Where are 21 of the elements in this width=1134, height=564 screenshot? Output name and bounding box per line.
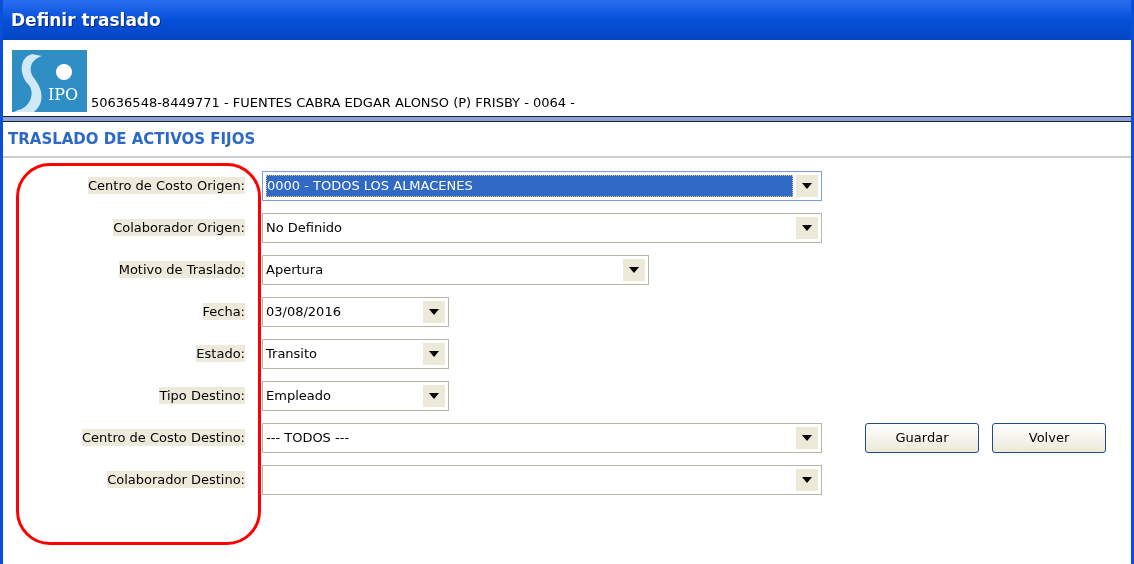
logo-icon: IPO (12, 50, 87, 112)
dropdown[interactable]: Apertura (262, 254, 649, 285)
user-info: 50636548-8449771 - FUENTES CABRA EDGAR ALONSO (P) FRISBY - 0064 - (91, 95, 575, 110)
field-label: Colaborador Destino: (107, 471, 245, 488)
field-label: Motivo de Traslado: (118, 261, 245, 278)
section-title: TRASLADO DE ACTIVOS FIJOS (7, 129, 257, 150)
field-label: Colaborador Origen: (113, 219, 245, 236)
field-label: Centro de Costo Origen: (88, 177, 245, 194)
dropdown[interactable]: 03/08/2016 (262, 296, 449, 327)
field-label: Fecha: (202, 303, 245, 320)
action-button[interactable]: Volver (992, 422, 1106, 453)
field-label: Estado: (196, 345, 245, 362)
dropdown[interactable]: Empleado (262, 380, 449, 411)
dropdown[interactable]: No Definido (262, 212, 822, 243)
window-title: Definir traslado (11, 10, 161, 30)
action-button[interactable]: Guardar (865, 422, 979, 453)
field-label: Tipo Destino: (159, 387, 245, 404)
field-label: Centro de Costo Destino: (82, 429, 245, 446)
dropdown[interactable]: Transito (262, 338, 449, 369)
dropdown[interactable]: --- TODOS --- (262, 422, 822, 453)
dropdown[interactable]: 0000 - TODOS LOS ALMACENES (262, 170, 822, 201)
